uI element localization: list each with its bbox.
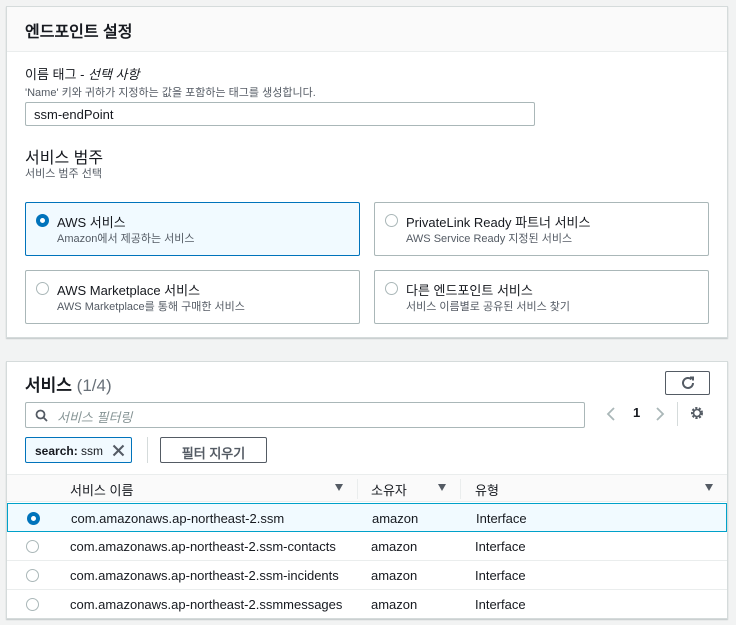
- tile-title: PrivateLink Ready 파트너 서비스: [406, 215, 591, 230]
- radio-button[interactable]: [385, 282, 398, 295]
- search-icon: [35, 409, 48, 422]
- column-header-type[interactable]: 유형: [475, 475, 499, 502]
- table-row[interactable]: com.amazonaws.ap-northeast-2.ssm-inciden…: [7, 561, 727, 590]
- tile-title: AWS 서비스: [57, 215, 126, 230]
- column-divider: [357, 479, 358, 499]
- owner-cell: amazon: [371, 568, 418, 583]
- panel-title: 엔드포인트 설정: [7, 7, 727, 52]
- chevron-left-icon[interactable]: [605, 406, 617, 422]
- radio-button[interactable]: [36, 214, 49, 227]
- table-row[interactable]: com.amazonaws.ap-northeast-2.ssm amazon …: [7, 503, 727, 532]
- services-title: 서비스 (1/4): [25, 371, 112, 396]
- name-tag-label: 이름 태그 - 선택 사항: [25, 64, 139, 83]
- page-number[interactable]: 1: [633, 405, 640, 420]
- tile-description: AWS Marketplace를 통해 구매한 서비스: [57, 301, 245, 313]
- tile-aws-marketplace[interactable]: AWS Marketplace 서비스 AWS Marketplace를 통해 …: [25, 270, 360, 324]
- owner-cell: amazon: [372, 511, 419, 526]
- filter-placeholder: 서비스 필터링: [57, 410, 133, 425]
- pagination-divider: [677, 402, 678, 426]
- close-icon[interactable]: [112, 444, 125, 457]
- services-count: (1/4): [76, 376, 112, 395]
- name-tag-description: 'Name' 키와 귀하가 지정하는 값을 포함하는 태그를 생성합니다.: [25, 87, 316, 99]
- name-tag-input[interactable]: [25, 102, 535, 126]
- chevron-right-icon[interactable]: [654, 406, 666, 422]
- tile-privatelink-partner[interactable]: PrivateLink Ready 파트너 서비스 AWS Service Re…: [374, 202, 709, 256]
- owner-cell: amazon: [371, 597, 418, 612]
- row-radio-button[interactable]: [26, 569, 39, 582]
- filter-token-key: search:: [35, 444, 78, 458]
- type-cell: Interface: [475, 539, 526, 554]
- row-radio-button[interactable]: [26, 598, 39, 611]
- column-header-owner[interactable]: 소유자: [371, 475, 407, 502]
- tile-title: 다른 엔드포인트 서비스: [406, 283, 533, 298]
- table-row[interactable]: com.amazonaws.ap-northeast-2.ssm-contact…: [7, 532, 727, 561]
- radio-button[interactable]: [36, 282, 49, 295]
- type-cell: Interface: [475, 597, 526, 612]
- column-header-service-name[interactable]: 서비스 이름: [70, 475, 133, 502]
- token-divider: [147, 437, 148, 463]
- name-tag-label-text: 이름 태그 -: [25, 67, 89, 82]
- table-row[interactable]: com.amazonaws.ap-northeast-2.ssmmessages…: [7, 590, 727, 619]
- filter-token: search: ssm: [25, 437, 132, 463]
- type-cell: Interface: [476, 511, 527, 526]
- optional-label: 선택 사항: [88, 67, 140, 82]
- radio-button[interactable]: [385, 214, 398, 227]
- filter-token-value: ssm: [81, 444, 104, 458]
- services-title-text: 서비스: [25, 376, 72, 395]
- row-radio-button[interactable]: [27, 512, 40, 525]
- gear-icon[interactable]: [689, 405, 705, 421]
- type-cell: Interface: [475, 568, 526, 583]
- service-name-cell: com.amazonaws.ap-northeast-2.ssm-contact…: [70, 539, 336, 554]
- endpoint-settings-panel: 엔드포인트 설정 이름 태그 - 선택 사항 'Name' 키와 귀하가 지정하…: [6, 6, 728, 338]
- sort-caret-icon[interactable]: [705, 484, 713, 491]
- services-panel: 서비스 (1/4) 서비스 필터링 1 search: ssm 필터 지우기 서…: [6, 361, 728, 619]
- sort-caret-icon[interactable]: [335, 484, 343, 491]
- sort-caret-icon[interactable]: [438, 484, 446, 491]
- service-filter-input[interactable]: 서비스 필터링: [25, 402, 585, 428]
- filter-token-text: search: ssm: [35, 444, 103, 458]
- owner-cell: amazon: [371, 539, 418, 554]
- service-category-description: 서비스 범주 선택: [25, 168, 102, 180]
- service-name-cell: com.amazonaws.ap-northeast-2.ssm-inciden…: [70, 568, 339, 583]
- tile-title: AWS Marketplace 서비스: [57, 283, 201, 298]
- tile-description: Amazon에서 제공하는 서비스: [57, 233, 195, 245]
- tile-aws-services[interactable]: AWS 서비스 Amazon에서 제공하는 서비스: [25, 202, 360, 256]
- tile-other-endpoint[interactable]: 다른 엔드포인트 서비스 서비스 이름별로 공유된 서비스 찾기: [374, 270, 709, 324]
- service-name-cell: com.amazonaws.ap-northeast-2.ssm: [71, 511, 285, 526]
- row-radio-button[interactable]: [26, 540, 39, 553]
- tile-description: 서비스 이름별로 공유된 서비스 찾기: [406, 301, 571, 313]
- service-name-cell: com.amazonaws.ap-northeast-2.ssmmessages: [70, 597, 343, 612]
- refresh-button[interactable]: [665, 371, 710, 395]
- column-divider: [460, 479, 461, 499]
- refresh-icon: [681, 376, 694, 389]
- tile-description: AWS Service Ready 지정된 서비스: [406, 233, 573, 245]
- clear-filters-button[interactable]: 필터 지우기: [160, 437, 267, 463]
